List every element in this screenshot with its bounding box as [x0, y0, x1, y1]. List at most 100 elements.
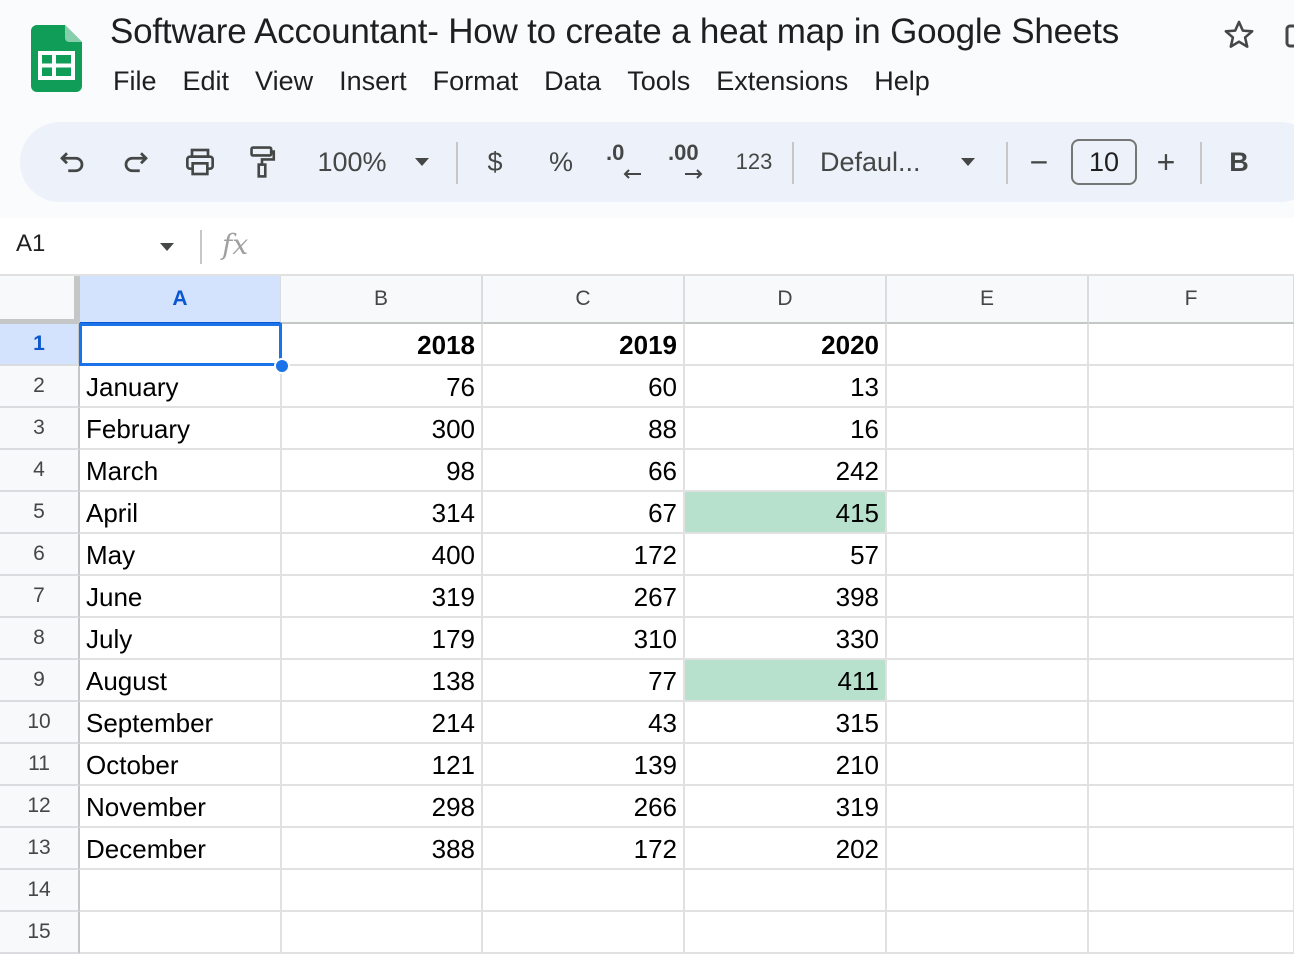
- cell-a6[interactable]: May: [80, 534, 282, 576]
- cell-d1[interactable]: 2020: [685, 324, 887, 366]
- column-header-f[interactable]: F: [1089, 276, 1294, 324]
- cell-d6[interactable]: 57: [685, 534, 887, 576]
- cell-b9[interactable]: 138: [281, 660, 483, 702]
- name-box[interactable]: A1: [16, 230, 45, 258]
- column-header-a[interactable]: A: [80, 276, 282, 324]
- cell-b3[interactable]: 300: [281, 408, 483, 450]
- row-header-2[interactable]: 2: [0, 366, 80, 408]
- cell-e11[interactable]: [887, 744, 1089, 786]
- undo-button[interactable]: [52, 122, 92, 202]
- currency-format-button[interactable]: $: [480, 122, 510, 202]
- cell-f8[interactable]: [1089, 618, 1294, 660]
- menu-format[interactable]: Format: [420, 64, 532, 104]
- cell-d7[interactable]: 398: [685, 576, 887, 618]
- row-header-11[interactable]: 11: [0, 744, 80, 786]
- cell-c9[interactable]: 77: [483, 660, 685, 702]
- cell-c12[interactable]: 266: [483, 786, 685, 828]
- cell-c3[interactable]: 88: [483, 408, 685, 450]
- cell-f10[interactable]: [1089, 702, 1294, 744]
- cell-b1[interactable]: 2018: [281, 324, 483, 366]
- cell-a11[interactable]: October: [80, 744, 282, 786]
- cell-c11[interactable]: 139: [483, 744, 685, 786]
- row-header-3[interactable]: 3: [0, 408, 80, 450]
- cell-a12[interactable]: November: [80, 786, 282, 828]
- cell-c14[interactable]: [483, 870, 685, 912]
- menu-help[interactable]: Help: [861, 64, 943, 104]
- decrease-font-size-button[interactable]: −: [1025, 122, 1053, 202]
- cell-e5[interactable]: [887, 492, 1089, 534]
- cell-b11[interactable]: 121: [281, 744, 483, 786]
- cell-e1[interactable]: [887, 324, 1089, 366]
- cell-a10[interactable]: September: [80, 702, 282, 744]
- cell-c5[interactable]: 67: [483, 492, 685, 534]
- cell-d10[interactable]: 315: [685, 702, 887, 744]
- cell-c13[interactable]: 172: [483, 828, 685, 870]
- cell-b2[interactable]: 76: [281, 366, 483, 408]
- cell-a9[interactable]: August: [80, 660, 282, 702]
- cell-e4[interactable]: [887, 450, 1089, 492]
- row-header-1[interactable]: 1: [0, 324, 80, 366]
- row-header-14[interactable]: 14: [0, 870, 80, 912]
- cell-b14[interactable]: [281, 870, 483, 912]
- cell-e10[interactable]: [887, 702, 1089, 744]
- font-size-input[interactable]: 10: [1071, 139, 1137, 185]
- menu-data[interactable]: Data: [531, 64, 614, 104]
- cell-d4[interactable]: 242: [685, 450, 887, 492]
- bold-button[interactable]: B: [1224, 122, 1254, 202]
- cell-f12[interactable]: [1089, 786, 1294, 828]
- row-header-5[interactable]: 5: [0, 492, 80, 534]
- row-header-13[interactable]: 13: [0, 828, 80, 870]
- row-header-9[interactable]: 9: [0, 660, 80, 702]
- cell-c4[interactable]: 66: [483, 450, 685, 492]
- cell-f1[interactable]: [1089, 324, 1294, 366]
- fill-handle[interactable]: [274, 358, 290, 374]
- cell-e7[interactable]: [887, 576, 1089, 618]
- cell-a4[interactable]: March: [80, 450, 282, 492]
- cell-d2[interactable]: 13: [685, 366, 887, 408]
- cell-e13[interactable]: [887, 828, 1089, 870]
- cell-b5[interactable]: 314: [281, 492, 483, 534]
- font-dropdown-button[interactable]: [956, 122, 980, 202]
- cell-e15[interactable]: [887, 912, 1089, 954]
- cell-b4[interactable]: 98: [281, 450, 483, 492]
- cell-d9[interactable]: 411: [685, 660, 887, 702]
- row-header-12[interactable]: 12: [0, 786, 80, 828]
- cell-f3[interactable]: [1089, 408, 1294, 450]
- cell-b7[interactable]: 319: [281, 576, 483, 618]
- zoom-select[interactable]: 100%: [312, 122, 392, 202]
- redo-button[interactable]: [116, 122, 156, 202]
- row-header-8[interactable]: 8: [0, 618, 80, 660]
- cell-e14[interactable]: [887, 870, 1089, 912]
- cell-d12[interactable]: 319: [685, 786, 887, 828]
- cell-a14[interactable]: [80, 870, 282, 912]
- increase-decimal-button[interactable]: .00: [664, 122, 714, 202]
- cell-d8[interactable]: 330: [685, 618, 887, 660]
- row-header-7[interactable]: 7: [0, 576, 80, 618]
- cell-e9[interactable]: [887, 660, 1089, 702]
- cell-e6[interactable]: [887, 534, 1089, 576]
- menu-insert[interactable]: Insert: [326, 64, 420, 104]
- cell-b6[interactable]: 400: [281, 534, 483, 576]
- cell-d11[interactable]: 210: [685, 744, 887, 786]
- cell-a13[interactable]: December: [80, 828, 282, 870]
- cell-f7[interactable]: [1089, 576, 1294, 618]
- menu-tools[interactable]: Tools: [614, 64, 703, 104]
- cell-f11[interactable]: [1089, 744, 1294, 786]
- select-all-corner[interactable]: [0, 276, 80, 324]
- cell-e3[interactable]: [887, 408, 1089, 450]
- row-header-4[interactable]: 4: [0, 450, 80, 492]
- decrease-decimal-button[interactable]: .0: [602, 122, 646, 202]
- cell-f9[interactable]: [1089, 660, 1294, 702]
- cell-f4[interactable]: [1089, 450, 1294, 492]
- column-header-d[interactable]: D: [685, 276, 887, 324]
- percent-format-button[interactable]: %: [543, 122, 579, 202]
- cell-f15[interactable]: [1089, 912, 1294, 954]
- cell-e8[interactable]: [887, 618, 1089, 660]
- cell-a1[interactable]: [80, 324, 282, 366]
- document-title[interactable]: Software Accountant- How to create a hea…: [110, 12, 1119, 52]
- cell-a5[interactable]: April: [80, 492, 282, 534]
- cell-a7[interactable]: June: [80, 576, 282, 618]
- cell-f14[interactable]: [1089, 870, 1294, 912]
- column-header-c[interactable]: C: [483, 276, 685, 324]
- star-icon[interactable]: [1222, 18, 1256, 52]
